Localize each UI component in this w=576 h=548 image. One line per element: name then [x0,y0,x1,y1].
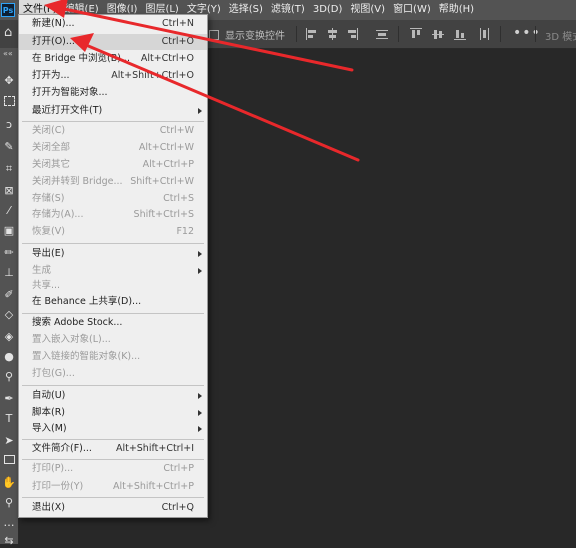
menu-item-print[interactable]: 打印(P)... Ctrl+P [19,461,207,477]
show-transform-controls-label: 显示变换控件 [225,31,285,42]
menu-view[interactable]: 视图(V) [346,0,389,20]
menu-item-export[interactable]: 导出(E) [19,246,207,262]
photoshop-logo-icon: Ps [1,3,15,17]
menu-item-save[interactable]: 存储(S) Ctrl+S [19,191,207,207]
healing-brush-tool-icon[interactable]: ▣ [2,224,16,238]
lasso-tool-icon[interactable]: ↄ [2,118,16,132]
menu-item-print-one-copy[interactable]: 打印一份(Y) Alt+Shift+Ctrl+P [19,479,207,495]
menu-item-generate[interactable]: 生成 [19,263,207,279]
collapse-icon[interactable]: «« [3,49,13,58]
menu-item-close-others[interactable]: 关闭其它 Alt+Ctrl+P [19,157,207,173]
menu-item-automate[interactable]: 自动(U) [19,388,207,404]
pen-tool-icon[interactable]: ✒ [2,392,16,406]
menu-item-file-info[interactable]: 文件简介(F)... Alt+Shift+Ctrl+I [19,441,207,457]
align-bottom-edges-icon[interactable] [454,28,466,40]
menu-item-open[interactable]: 打开(O)... Ctrl+O [19,34,207,50]
history-brush-tool-icon[interactable]: ✐ [2,288,16,302]
menu-separator [22,243,204,244]
swap-colors-icon[interactable]: ⇆ [2,534,16,548]
menu-separator [22,497,204,498]
menu-item-place-embedded[interactable]: 置入嵌入对象(L)... [19,332,207,348]
edit-toolbar-icon[interactable]: … [2,516,16,530]
rectangle-tool-icon[interactable] [2,454,16,468]
clone-stamp-tool-icon[interactable]: ⊥ [2,266,16,280]
distribute-icon[interactable] [376,28,388,40]
home-icon[interactable]: ⌂ [4,26,18,40]
menu-item-new[interactable]: 新建(N)... Ctrl+N [19,16,207,32]
align-right-edges-icon[interactable] [346,28,358,40]
distribute-vertical-icon[interactable] [478,28,490,40]
checkbox-icon[interactable] [209,29,219,40]
brush-tool-icon[interactable]: ✏ [2,246,16,260]
type-tool-icon[interactable]: T [2,412,16,426]
menu-help[interactable]: 帮助(H) [435,0,478,20]
file-menu-dropdown: 新建(N)... Ctrl+N 打开(O)... Ctrl+O 在 Bridge 中… [18,14,208,518]
marquee-tool-icon[interactable] [2,96,16,110]
3d-mode-label: 3D 模式 [545,32,576,43]
separator [398,26,399,42]
separator [296,26,297,42]
menu-item-browse-in-bridge[interactable]: 在 Bridge 中浏览(B)... Alt+Ctrl+O [19,51,207,67]
show-transform-controls-checkbox[interactable]: 显示变换控件 [209,27,285,42]
menu-item-share[interactable]: 共享... [19,278,207,294]
hand-tool-icon[interactable]: ✋ [2,476,16,490]
menu-select[interactable]: 选择(S) [225,0,267,20]
menu-separator [22,459,204,460]
menu-item-save-as[interactable]: 存储为(A)... Shift+Ctrl+S [19,207,207,223]
move-tool-icon[interactable]: ✥ [2,74,16,88]
menu-item-scripts[interactable]: 脚本(R) [19,405,207,421]
align-top-edges-icon[interactable] [410,28,422,40]
menu-item-import[interactable]: 导入(M) [19,421,207,437]
menu-3d[interactable]: 3D(D) [309,0,347,20]
menu-item-exit[interactable]: 退出(X) Ctrl+Q [19,500,207,516]
menu-item-revert[interactable]: 恢复(V) F12 [19,224,207,240]
eyedropper-tool-icon[interactable]: ⁄ [2,204,16,218]
submenu-arrow-icon [198,268,202,274]
menu-item-share-on-behance[interactable]: 在 Behance 上共享(D)... [19,294,207,310]
menu-item-search-adobe-stock[interactable]: 搜索 Adobe Stock... [19,315,207,331]
menu-item-close-all[interactable]: 关闭全部 Alt+Ctrl+W [19,140,207,156]
menu-item-close[interactable]: 关闭(C) Ctrl+W [19,123,207,139]
menu-separator [22,439,204,440]
align-horizontal-centers-icon[interactable] [326,28,338,40]
align-vertical-centers-icon[interactable] [432,28,444,40]
menu-separator [22,313,204,314]
menu-separator [22,385,204,386]
zoom-tool-icon[interactable]: ⚲ [2,496,16,510]
more-options-icon[interactable]: ••• [513,25,541,41]
submenu-arrow-icon [198,108,202,114]
tools-panel: «« ✥ ↄ ✎ ⌗ ⊠ ⁄ ▣ ✏ ⊥ ✐ ◇ ◈ ● ⚲ ✒ T ➤ ✋ ⚲… [0,48,19,547]
submenu-arrow-icon [198,410,202,416]
separator [500,26,501,42]
menu-separator [22,121,204,122]
path-selection-tool-icon[interactable]: ➤ [2,434,16,448]
eraser-tool-icon[interactable]: ◇ [2,308,16,322]
frame-tool-icon[interactable]: ⊠ [2,184,16,198]
quick-selection-tool-icon[interactable]: ✎ [2,140,16,154]
paint-bucket-tool-icon[interactable]: ◈ [2,330,16,344]
menu-item-open-as-smart-object[interactable]: 打开为智能对象... [19,85,207,101]
menu-item-close-and-go-to-bridge[interactable]: 关闭并转到 Bridge... Shift+Ctrl+W [19,174,207,190]
submenu-arrow-icon [198,393,202,399]
menu-window[interactable]: 窗口(W) [389,0,435,20]
dodge-tool-icon[interactable]: ⚲ [2,370,16,384]
separator [535,26,536,42]
crop-tool-icon[interactable]: ⌗ [2,162,16,176]
align-left-edges-icon[interactable] [306,28,318,40]
menu-item-place-linked[interactable]: 置入链接的智能对象(K)... [19,349,207,365]
menu-filter[interactable]: 滤镜(T) [267,0,309,20]
submenu-arrow-icon [198,251,202,257]
menu-item-open-recent[interactable]: 最近打开文件(T) [19,103,207,119]
submenu-arrow-icon [198,426,202,432]
blur-tool-icon[interactable]: ● [2,350,16,364]
menu-item-package[interactable]: 打包(G)... [19,366,207,382]
menu-item-open-as[interactable]: 打开为... Alt+Shift+Ctrl+O [19,68,207,84]
